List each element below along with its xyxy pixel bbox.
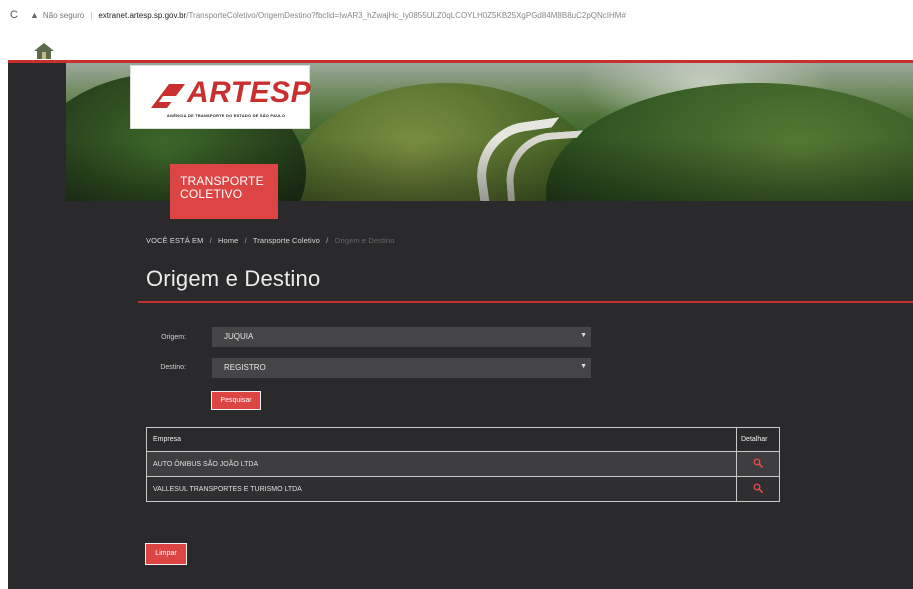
breadcrumb-item-home[interactable]: Home <box>218 236 238 245</box>
warning-icon: ▲ <box>29 10 39 20</box>
url-host[interactable]: extranet.artesp.sp.gov.br <box>98 11 186 20</box>
clear-button[interactable]: Limpar <box>145 543 187 565</box>
breadcrumb: VOCÊ ESTÁ EM / Home / Transporte Coletiv… <box>146 236 395 245</box>
security-label[interactable]: Não seguro <box>43 11 84 20</box>
artesp-logo[interactable]: ARTESP AGÊNCIA DE TRANSPORTE DO ESTADO D… <box>130 65 312 129</box>
breadcrumb-item-current: Origem e Destino <box>334 236 395 245</box>
destination-label: Destino: <box>160 364 186 371</box>
results-table: Empresa Detalhar AUTO ÔNIBUS SÃO JOÃO LT… <box>146 427 780 502</box>
artesp-logo-mark-icon <box>151 84 185 108</box>
origin-label: Origem: <box>161 334 186 341</box>
table-row: VALLESUL TRANSPORTES E TURISMO LTDA <box>146 476 780 502</box>
chevron-down-icon: ▼ <box>580 363 587 370</box>
title-divider <box>138 301 913 303</box>
logo-text: ARTESP <box>187 76 312 109</box>
logo-subtitle: AGÊNCIA DE TRANSPORTE DO ESTADO DE SÃO P… <box>166 113 286 118</box>
detail-cell[interactable] <box>736 476 780 502</box>
reload-icon[interactable]: C <box>10 9 18 21</box>
table-header-row: Empresa Detalhar <box>146 427 780 452</box>
page-title: Origem e Destino <box>146 266 321 291</box>
page-content: ARTESP AGÊNCIA DE TRANSPORTE DO ESTADO D… <box>8 60 913 589</box>
url-separator: | <box>90 10 93 20</box>
search-icon[interactable] <box>753 483 763 493</box>
origin-select-value: JUQUIA <box>224 332 254 341</box>
table-row: AUTO ÔNIBUS SÃO JOÃO LTDA <box>146 451 780 477</box>
origin-select[interactable]: JUQUIA ▼ <box>212 327 591 347</box>
section-tag[interactable]: TRANSPORTE COLETIVO <box>170 164 278 219</box>
search-icon[interactable] <box>753 458 763 468</box>
chevron-down-icon: ▼ <box>580 332 587 339</box>
search-button[interactable]: Pesquisar <box>211 391 261 410</box>
favicon-icon <box>34 43 54 59</box>
url-path[interactable]: /TransporteColetivo/OrigemDestino?fbclid… <box>186 11 626 20</box>
company-cell: AUTO ÔNIBUS SÃO JOÃO LTDA <box>146 451 737 477</box>
breadcrumb-prefix: VOCÊ ESTÁ EM <box>146 236 204 245</box>
browser-address-bar[interactable]: C ▲ Não seguro | extranet.artesp.sp.gov.… <box>0 0 913 30</box>
column-header-detail: Detalhar <box>736 427 780 452</box>
destination-select[interactable]: REGISTRO ▼ <box>212 358 591 378</box>
company-cell: VALLESUL TRANSPORTES E TURISMO LTDA <box>146 476 737 502</box>
column-header-company: Empresa <box>146 427 737 452</box>
detail-cell[interactable] <box>736 451 780 477</box>
destination-select-value: REGISTRO <box>224 363 266 372</box>
tab-strip <box>0 30 913 60</box>
breadcrumb-item-transporte-coletivo[interactable]: Transporte Coletivo <box>253 236 320 245</box>
